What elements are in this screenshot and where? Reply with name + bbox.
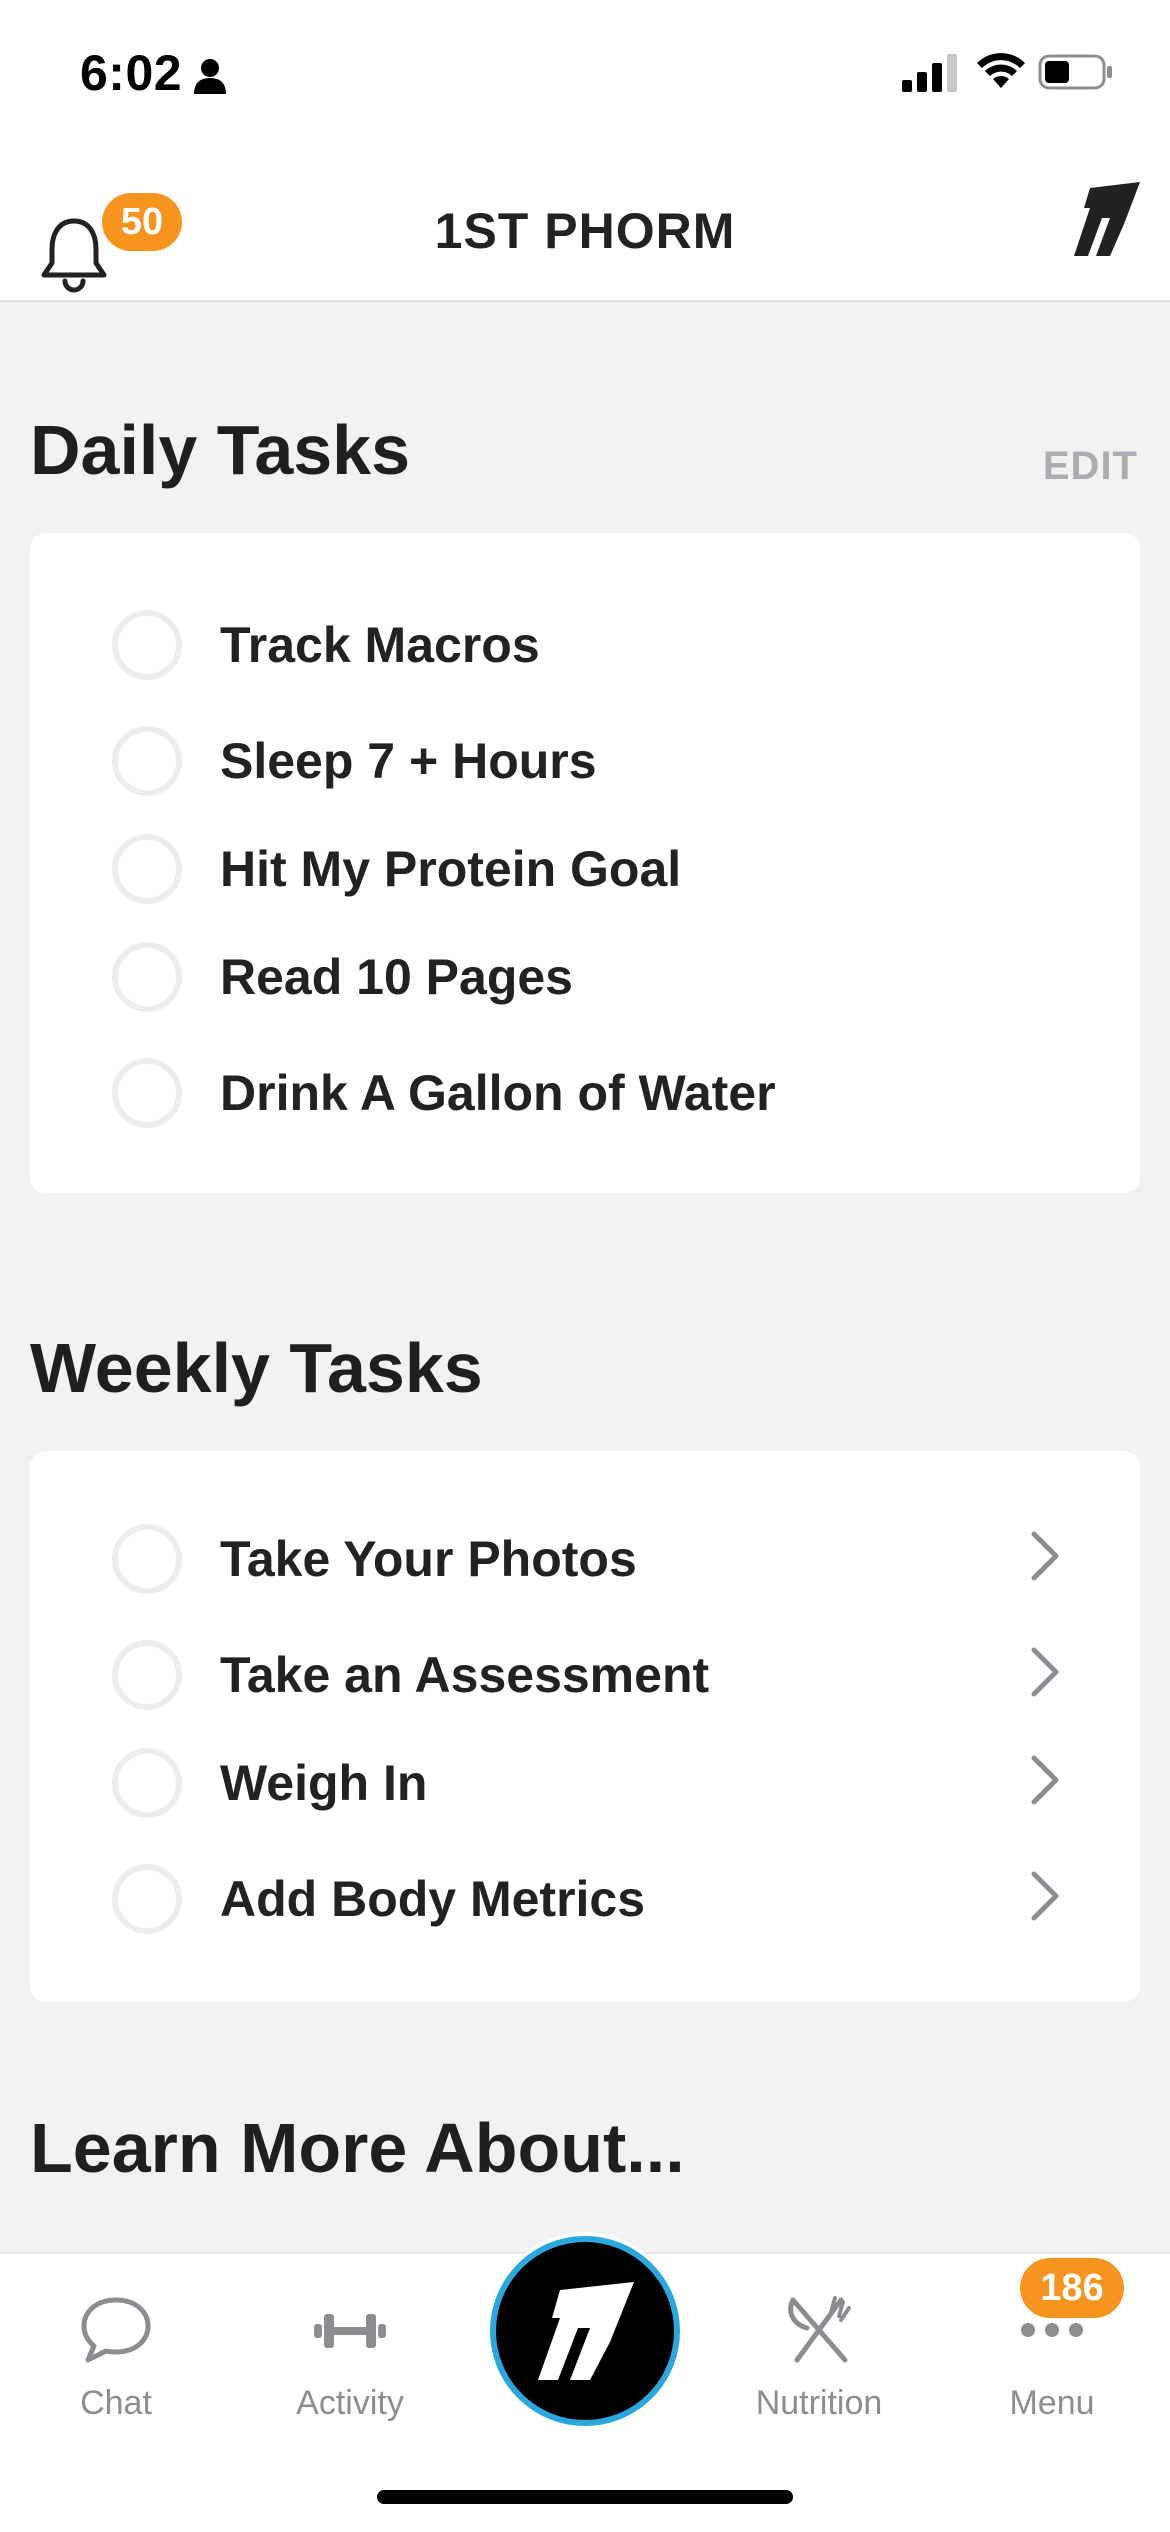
weekly-task-row[interactable]: Add Body Metrics (30, 1858, 1140, 1938)
task-checkbox[interactable] (112, 834, 182, 904)
tab-nutrition[interactable]: Nutrition (719, 2294, 919, 2424)
task-label: Hit My Protein Goal (220, 841, 682, 897)
task-label: Read 10 Pages (220, 949, 573, 1005)
daily-task-row[interactable]: Sleep 7 + Hours (30, 720, 1140, 800)
task-checkbox[interactable] (112, 610, 182, 680)
daily-task-row[interactable]: Track Macros (30, 604, 1140, 684)
weekly-tasks-card: Take Your Photos Take an Assessment Weig… (30, 1451, 1140, 2002)
task-checkbox[interactable] (112, 942, 182, 1012)
chevron-right-icon (1031, 1755, 1059, 1805)
daily-task-row[interactable]: Drink A Gallon of Water (30, 1052, 1140, 1132)
phorm-logo-icon (538, 2282, 634, 2380)
daily-task-row[interactable]: Read 10 Pages (30, 936, 1140, 1016)
dumbbell-icon (314, 2314, 386, 2348)
app-header: 50 1ST PHORM (0, 150, 1170, 302)
task-label: Take Your Photos (220, 1531, 637, 1587)
status-time: 6:02 (80, 45, 183, 101)
fork-knife-icon (788, 2296, 851, 2363)
daily-tasks-heading: Daily Tasks (30, 411, 411, 489)
chat-bubble-icon (81, 2297, 151, 2363)
task-checkbox[interactable] (112, 726, 182, 796)
battery-icon (1038, 54, 1112, 90)
task-checkbox[interactable] (112, 1748, 182, 1818)
task-label: Track Macros (220, 617, 540, 673)
chevron-right-icon (1031, 1531, 1059, 1581)
daily-tasks-card: Track Macros Sleep 7 + Hours Hit My Prot… (30, 533, 1140, 1193)
weekly-task-row[interactable]: Weigh In (30, 1742, 1140, 1822)
learn-more-heading: Learn More About... (30, 2109, 685, 2187)
task-checkbox[interactable] (112, 1058, 182, 1128)
tab-nutrition-label: Nutrition (755, 2384, 883, 2422)
status-bar: 6:02 (0, 0, 1170, 150)
app-title: 1ST PHORM (434, 203, 736, 259)
daily-task-row[interactable]: Hit My Protein Goal (30, 828, 1140, 908)
home-indicator (377, 2490, 793, 2504)
task-checkbox[interactable] (112, 1640, 182, 1710)
chevron-right-icon (1031, 1871, 1059, 1921)
edit-daily-tasks-button[interactable]: EDIT (1043, 444, 1138, 489)
task-checkbox[interactable] (112, 1864, 182, 1934)
cellular-signal-icon (902, 54, 957, 92)
weekly-task-row[interactable]: Take an Assessment (30, 1634, 1140, 1714)
task-label: Sleep 7 + Hours (220, 733, 597, 789)
center-home-button[interactable] (490, 2236, 680, 2426)
weekly-tasks-heading: Weekly Tasks (30, 1329, 483, 1407)
tab-chat-label: Chat (80, 2384, 152, 2422)
chevron-right-icon (1031, 1647, 1059, 1697)
task-label: Take an Assessment (220, 1647, 710, 1703)
task-checkbox[interactable] (112, 1524, 182, 1594)
weekly-task-row[interactable]: Take Your Photos (30, 1518, 1140, 1598)
person-icon (194, 59, 226, 94)
task-label: Add Body Metrics (220, 1871, 646, 1927)
phorm-logo-icon (1074, 182, 1140, 256)
tab-activity[interactable]: Activity (250, 2294, 450, 2424)
wifi-icon (977, 53, 1025, 88)
task-label: Weigh In (220, 1755, 428, 1811)
tab-chat[interactable]: Chat (16, 2294, 216, 2424)
tab-activity-label: Activity (296, 2384, 404, 2422)
task-label: Drink A Gallon of Water (220, 1065, 776, 1121)
tab-menu-label: Menu (1009, 2384, 1095, 2422)
menu-badge: 186 (1020, 2258, 1124, 2318)
